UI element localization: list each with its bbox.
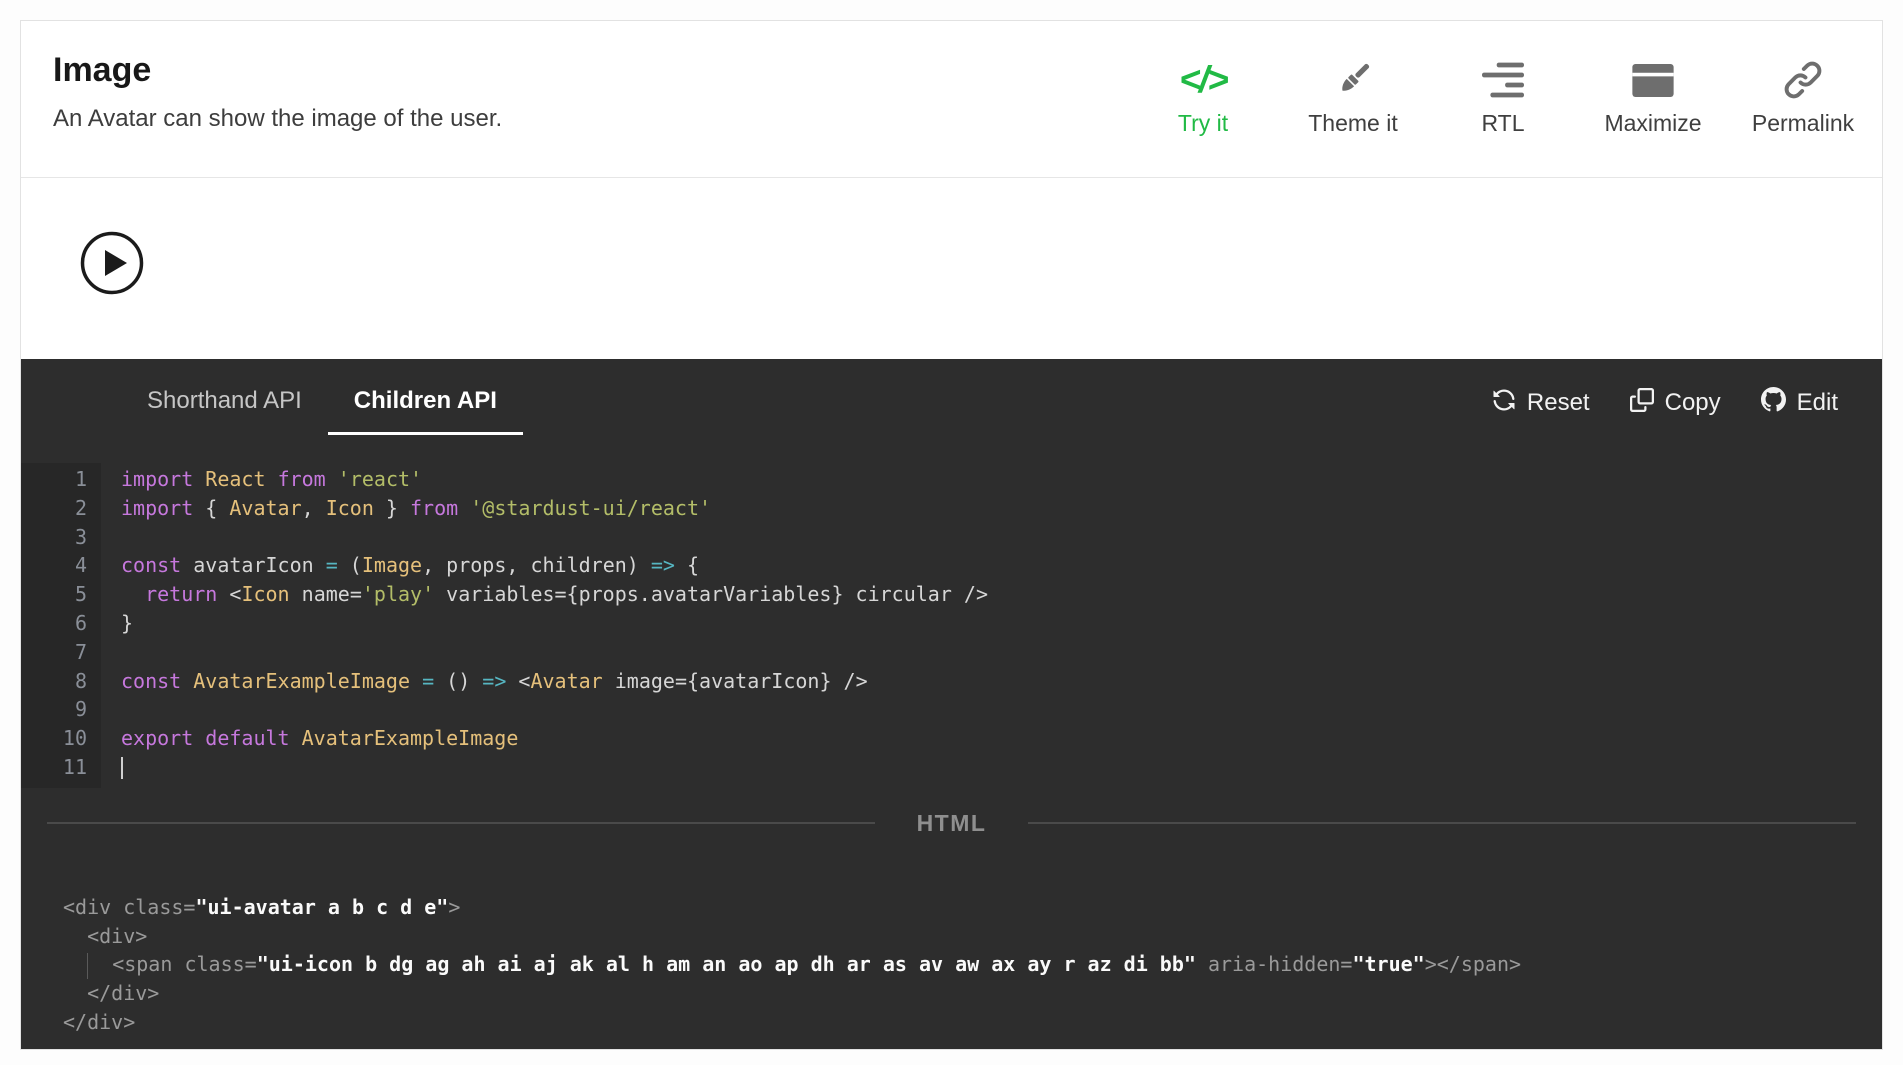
tab-children-api[interactable]: Children API [327,359,523,435]
line-number: 6 [74,610,87,635]
line-number: 3 [74,524,87,549]
code-line: 7 [21,638,1882,667]
code-line: 6} [21,609,1882,638]
line-number: 10 [62,726,87,751]
tab-shorthand-api[interactable]: Shorthand API [121,359,328,435]
code-line: 4 const avatarIcon = (Image, props, child… [21,551,1882,580]
api-tabs: Shorthand API Children API [121,359,523,435]
component-doc-page: Image An Avatar can show the image of th… [20,20,1883,1050]
rtl-align-icon [1482,53,1524,107]
line-number: 4 [74,553,87,578]
line-number: 2 [74,495,87,520]
line-number: 9 [74,697,87,722]
copy-button[interactable]: Copy [1629,387,1721,419]
html-divider: HTML [47,810,1856,837]
line-number: 7 [74,639,87,664]
code-editor-panel: Shorthand API Children API Reset Copy Ed… [21,359,1882,1049]
code-line: 11 [21,753,1882,782]
code-line: 8 const AvatarExampleImage = () => <Avata… [21,667,1882,696]
page-title: Image [53,51,152,89]
window-icon [1632,53,1674,107]
code-line: 3 [21,523,1882,552]
code-line: 1 import React from 'react' [21,465,1882,494]
paintbrush-icon [1330,53,1376,107]
code-line: 2 import { Avatar, Icon } from '@stardust… [21,494,1882,523]
source-code[interactable]: 1 import React from 'react' 2 import { Avat… [21,463,1882,788]
editor-toolbar: Shorthand API Children API Reset Copy Ed… [21,359,1882,463]
html-output-line: <span class="ui-icon b dg ag ah ai aj ak… [63,950,1882,979]
avatar-play-button[interactable] [79,230,145,296]
editor-actions: Reset Copy Edit [1492,387,1838,419]
code-line: 5 return <Icon name='play' variables={pr… [21,580,1882,609]
try-it-label: Try it [1177,110,1229,136]
line-number: 11 [62,754,87,779]
permalink-button[interactable]: Permalink [1750,53,1856,137]
page-subtitle: An Avatar can show the image of the user… [53,105,503,132]
permalink-label: Permalink [1751,110,1855,136]
copy-icon [1629,387,1654,419]
code-icon: </> [1179,59,1228,100]
maximize-label: Maximize [1604,110,1702,136]
try-it-button[interactable]: </> Try it [1150,53,1256,137]
toolbar: </> Try it Theme it RTL Maximize Permali… [1150,53,1856,137]
github-icon [1760,387,1786,419]
html-output: <div class="ui-avatar a b c d e"> <div> … [21,837,1882,1049]
header: Image An Avatar can show the image of th… [21,21,1882,178]
theme-it-label: Theme it [1308,110,1398,136]
rtl-button[interactable]: RTL [1450,53,1556,137]
code-line: 9 [21,695,1882,724]
edit-button[interactable]: Edit [1760,387,1838,419]
html-output-line: <div> [63,923,148,948]
line-number: 1 [74,467,87,491]
line-number: 8 [74,668,87,693]
theme-it-button[interactable]: Theme it [1300,53,1406,137]
rtl-label: RTL [1481,110,1525,136]
reset-button[interactable]: Reset [1492,387,1590,419]
code-line: 10 export default AvatarExampleImage [21,724,1882,753]
text-cursor [121,757,123,780]
copy-label: Copy [1664,389,1721,416]
html-output-line: </div> [63,981,160,1006]
html-output-line: <div class="ui-avatar a b c d e"> [63,894,461,919]
line-number: 5 [74,582,87,607]
maximize-button[interactable]: Maximize [1600,53,1706,137]
link-icon [1782,53,1824,107]
edit-label: Edit [1796,389,1838,416]
component-preview [21,178,1882,359]
html-divider-label: HTML [916,809,987,836]
html-output-line: </div> [63,1009,136,1034]
reset-label: Reset [1526,389,1590,416]
refresh-icon [1492,388,1516,419]
